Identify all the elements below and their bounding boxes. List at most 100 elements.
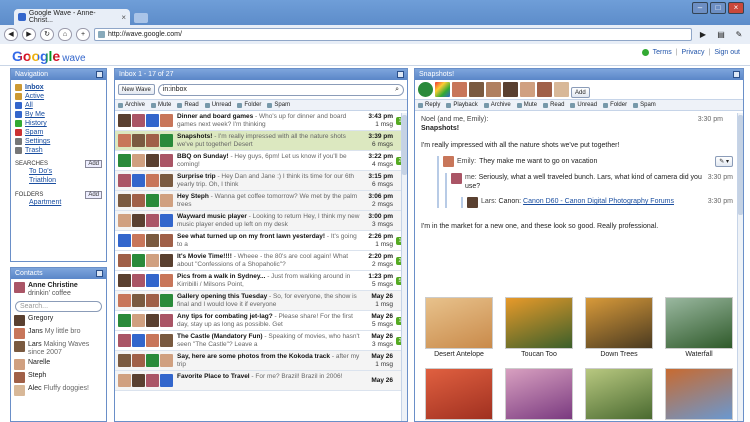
address-bar[interactable]: http://wave.google.com/ — [94, 28, 692, 41]
photo-thumbnail[interactable]: Waterfall — [663, 297, 735, 360]
avatar[interactable] — [503, 82, 518, 97]
playback-button[interactable]: Playback — [446, 102, 478, 108]
avatar[interactable] — [452, 82, 467, 97]
mute-button[interactable]: Mute — [151, 102, 171, 108]
nav-item-active[interactable]: Active — [15, 92, 102, 101]
inbox-search-input[interactable]: in:inbox ⌕ — [157, 83, 404, 96]
folder-button[interactable]: Folder — [237, 102, 261, 108]
nav-item-spam[interactable]: Spam — [15, 128, 102, 137]
blip-menu-button[interactable]: ✎ ▾ — [715, 156, 733, 167]
add-participant-button[interactable]: Add — [571, 87, 590, 98]
minimize-icon[interactable]: – — [692, 2, 708, 14]
minimize-panel-icon[interactable] — [96, 270, 103, 277]
terms-link[interactable]: Terms — [653, 49, 672, 56]
nav-item-inbox[interactable]: Inbox — [15, 83, 102, 92]
wave-row[interactable]: Wayward music player - Looking to return… — [115, 211, 407, 231]
forward-icon[interactable]: ▶ — [22, 28, 36, 41]
wave-avatar-icon[interactable] — [418, 82, 433, 97]
scrollbar-thumb[interactable] — [738, 115, 743, 215]
maximize-icon[interactable]: □ — [710, 2, 726, 14]
avatar[interactable] — [486, 82, 501, 97]
wave-row[interactable]: Pics from a walk in Sydney... - Just fro… — [115, 271, 407, 291]
wave-row[interactable]: Snapshots! - I'm really impressed with a… — [115, 131, 407, 151]
wave-row[interactable]: BBQ on Sunday! - Hey guys, 6pm! Let us k… — [115, 151, 407, 171]
wave-row[interactable]: Any tips for combating jet-lag? - Please… — [115, 311, 407, 331]
nav-item-history[interactable]: History — [15, 119, 102, 128]
wave-row[interactable]: Say, here are some photos from the Kokod… — [115, 351, 407, 371]
nav-item-by-me[interactable]: By Me — [15, 110, 102, 119]
canon-forum-link[interactable]: Canon D60 - Canon Digital Photography Fo… — [523, 198, 674, 205]
minimize-panel-icon[interactable] — [733, 71, 740, 78]
root-blip[interactable]: Noel (and me, Emily): 3:30 pm Snapshots! … — [415, 113, 743, 152]
photo-thumbnail[interactable]: Toucan Too — [503, 297, 575, 360]
nav-item-all[interactable]: All — [15, 101, 102, 110]
spam-button[interactable]: Spam — [633, 102, 656, 108]
wave-scrollbar[interactable] — [737, 113, 743, 421]
photo-thumbnail[interactable]: Desert Antelope — [423, 297, 495, 360]
avatar[interactable] — [520, 82, 535, 97]
close-window-icon[interactable]: × — [728, 2, 744, 14]
wrench-icon[interactable]: ✎ — [732, 28, 746, 41]
photo-thumbnail[interactable] — [663, 368, 735, 421]
read-button[interactable]: Read — [177, 102, 199, 108]
unread-button[interactable]: Unread — [204, 102, 231, 108]
archive-button[interactable]: Archive — [483, 102, 511, 108]
wave-row[interactable]: Favorite Place to Travel - For me? Brazi… — [115, 371, 407, 391]
contact-item[interactable]: Jans My little bro — [11, 327, 106, 340]
spam-button[interactable]: Spam — [267, 102, 290, 108]
reply-blip[interactable]: Lars: Canon: Canon D60 - Canon Digital P… — [461, 197, 733, 208]
photo-thumbnail[interactable]: Down Trees — [583, 297, 655, 360]
new-wave-button[interactable]: New Wave — [118, 84, 155, 95]
home-icon[interactable]: ⌂ — [58, 28, 72, 41]
minimize-panel-icon[interactable] — [96, 71, 103, 78]
contact-item[interactable]: Steph — [11, 371, 106, 384]
add-folders-button[interactable]: Add — [85, 190, 102, 199]
browser-tab[interactable]: Google Wave - Anne-Christ... × — [14, 9, 130, 25]
photo-thumbnail[interactable] — [423, 368, 495, 421]
avatar[interactable] — [435, 82, 450, 97]
wave-row[interactable]: Gallery opening this Tuesday - So, for e… — [115, 291, 407, 311]
privacy-link[interactable]: Privacy — [682, 49, 705, 56]
page-menu-icon[interactable]: ▤ — [714, 28, 728, 41]
photo-thumbnail[interactable] — [503, 368, 575, 421]
nav-item-trash[interactable]: Trash — [15, 146, 102, 155]
saved-searches-item[interactable]: To Do's — [15, 168, 102, 177]
wave-row[interactable]: See what turned up on my front lawn yest… — [115, 231, 407, 251]
bookmark-icon[interactable]: + — [76, 28, 90, 41]
minimize-panel-icon[interactable] — [397, 71, 404, 78]
sign-out-link[interactable]: Sign out — [714, 49, 740, 56]
saved-folders-item[interactable]: Apartment — [15, 199, 102, 208]
unread-button[interactable]: Unread — [570, 102, 597, 108]
reply-button[interactable]: Reply — [418, 102, 440, 108]
wave-row[interactable]: Hey Steph - Wanna get coffee tomorrow? W… — [115, 191, 407, 211]
wave-row[interactable]: It's Movie Time!!!! - Wheee - the 80's a… — [115, 251, 407, 271]
saved-searches-item[interactable]: Triathlon — [15, 177, 102, 186]
my-profile[interactable]: Anne Christine drinkin' coffee — [11, 279, 106, 299]
new-tab-button[interactable] — [134, 13, 148, 23]
folder-button[interactable]: Folder — [603, 102, 627, 108]
wave-row[interactable]: The Castle (Mandatory Fun) - Speaking of… — [115, 331, 407, 351]
contacts-search-input[interactable]: Search... — [15, 301, 102, 312]
contact-item[interactable]: Narelle — [11, 358, 106, 371]
go-icon[interactable]: ▶ — [696, 28, 710, 41]
avatar[interactable] — [469, 82, 484, 97]
scrollbar-thumb[interactable] — [402, 115, 407, 175]
reply-blip[interactable]: Emily: They make me want to go on vacati… — [437, 156, 733, 208]
mute-button[interactable]: Mute — [516, 102, 537, 108]
contact-item[interactable]: Gregory — [11, 314, 106, 327]
wave-row[interactable]: Surprise trip - Hey Dan and Jane :) I th… — [115, 171, 407, 191]
add-searches-button[interactable]: Add — [85, 159, 102, 168]
close-tab-icon[interactable]: × — [121, 13, 126, 22]
avatar[interactable] — [554, 82, 569, 97]
inbox-scrollbar[interactable] — [401, 113, 407, 421]
read-button[interactable]: Read — [543, 102, 564, 108]
photo-thumbnail[interactable] — [583, 368, 655, 421]
nav-item-settings[interactable]: Settings — [15, 137, 102, 146]
back-icon[interactable]: ◀ — [4, 28, 18, 41]
reload-icon[interactable]: ↻ — [40, 28, 54, 41]
contact-item[interactable]: Lars Making Waves since 2007 — [11, 340, 106, 358]
archive-button[interactable]: Archive — [118, 102, 145, 108]
avatar[interactable] — [537, 82, 552, 97]
wave-row[interactable]: Dinner and board games - Who's up for di… — [115, 111, 407, 131]
reply-blip[interactable]: me: Seriously, what a well traveled bunc… — [445, 173, 733, 208]
